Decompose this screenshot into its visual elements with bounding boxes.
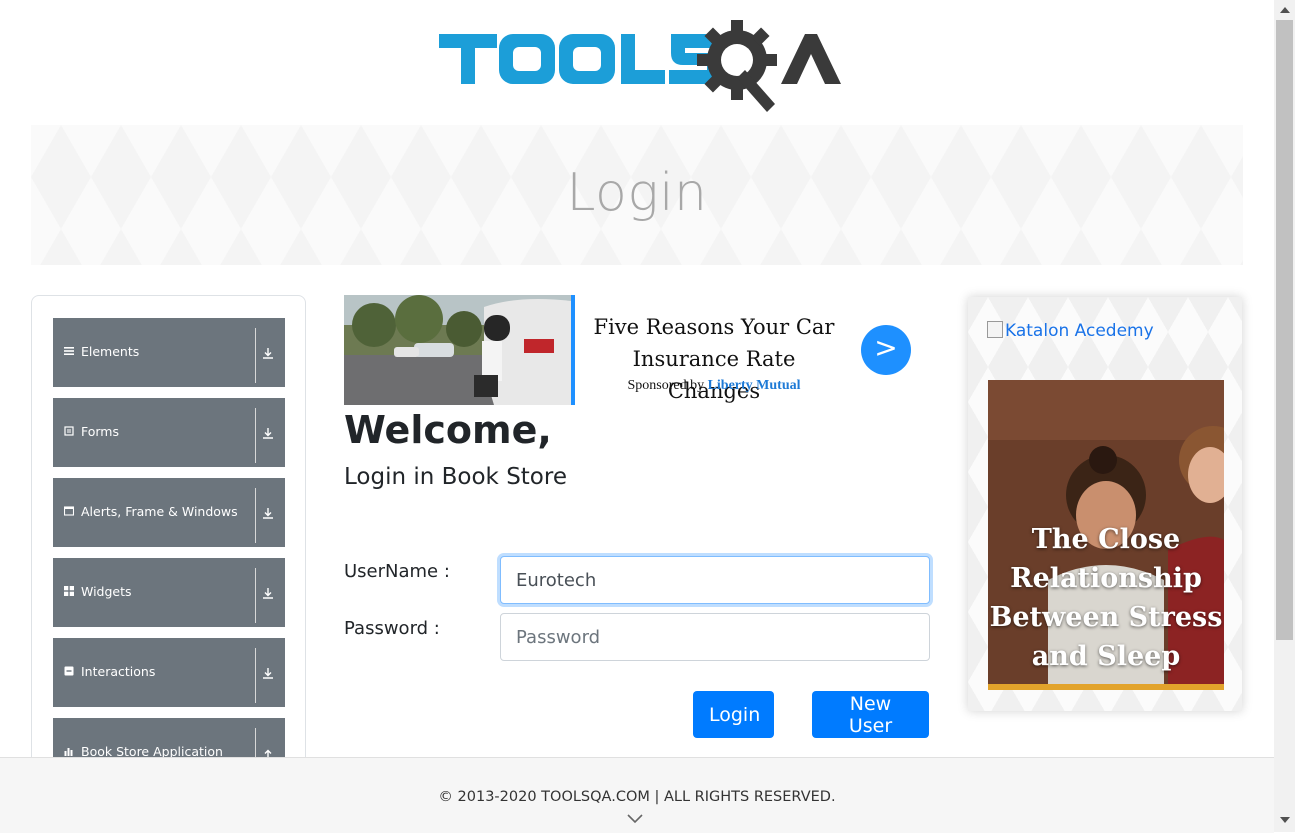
divider — [255, 408, 256, 463]
footer: © 2013-2020 TOOLSQA.COM | ALL RIGHTS RES… — [0, 757, 1274, 833]
sidebar-group-label: Elements — [81, 344, 140, 359]
ad-go-button[interactable]: > — [861, 325, 911, 375]
page-banner: Login — [31, 125, 1243, 265]
divider — [255, 328, 256, 383]
download-icon — [263, 668, 273, 679]
sidebar-group-interactions[interactable]: Interactions — [53, 638, 285, 707]
interactions-icon — [64, 666, 74, 676]
scroll-up-arrow-icon[interactable] — [1280, 7, 1290, 13]
sidebar-group-forms[interactable]: Forms — [53, 398, 285, 467]
sponsored-ad[interactable]: Five Reasons Your Car Insurance Rate Cha… — [344, 295, 929, 405]
divider — [255, 488, 256, 543]
divider — [255, 568, 256, 623]
sidebar-group-widgets[interactable]: Widgets — [53, 558, 285, 627]
broken-image-icon — [987, 321, 1003, 338]
ad-sponsored-prefix: Sponsored by — [627, 378, 705, 393]
divider — [255, 728, 256, 757]
sidebar-group-book-store[interactable]: Book Store Application — [53, 718, 285, 757]
toolsqa-logo-graphic — [439, 20, 841, 112]
footer-copyright: © 2013-2020 TOOLSQA.COM | ALL RIGHTS RES… — [438, 789, 836, 805]
ad-sponsor-line: Sponsored by Liberty Mutual — [589, 378, 839, 394]
download-icon — [263, 508, 273, 519]
download-icon — [263, 428, 273, 439]
download-icon — [263, 588, 273, 599]
hamburger-icon — [64, 347, 74, 355]
promo-text: The Close Relationship Between Stress an… — [989, 524, 1223, 672]
sidebar-group-alerts[interactable]: Alerts, Frame & Windows — [53, 478, 285, 547]
window-icon — [64, 506, 74, 516]
scrollbar-thumb[interactable] — [1276, 20, 1293, 640]
sidebar-group-label: Alerts, Frame & Windows — [81, 504, 238, 519]
promo-accent-bar — [988, 684, 1224, 690]
promo-image[interactable]: The Close Relationship Between Stress an… — [988, 380, 1224, 690]
form-icon — [64, 426, 74, 436]
ad-sponsor-name[interactable]: Liberty Mutual — [708, 378, 801, 393]
sidebar-group-label: Interactions — [81, 664, 156, 679]
download-icon — [263, 348, 273, 359]
grid-icon — [64, 586, 74, 596]
password-input[interactable] — [500, 613, 930, 661]
sidebar-group-label: Book Store Application — [81, 744, 223, 757]
right-ad-card: Katalon Acedemy The Close Relationship B… — [968, 297, 1242, 711]
chart-icon — [64, 748, 73, 756]
sidebar-group-label: Widgets — [81, 584, 132, 599]
username-input[interactable] — [500, 556, 930, 604]
sidebar-group-elements[interactable]: Elements — [53, 318, 285, 387]
ad-photo — [344, 295, 571, 405]
ad-accent-bar — [571, 295, 575, 405]
katalon-link-text: Katalon Acedemy — [1005, 321, 1154, 341]
chevron-down-icon[interactable] — [627, 814, 643, 824]
password-label: Password : — [344, 618, 440, 639]
toolsqa-logo[interactable] — [437, 18, 842, 114]
username-label: UserName : — [344, 561, 450, 582]
new-user-button[interactable]: New User — [812, 691, 929, 738]
sidebar-group-label: Forms — [81, 424, 120, 439]
page-title: Login — [566, 163, 708, 223]
login-button[interactable]: Login — [693, 691, 774, 738]
katalon-academy-link[interactable]: Katalon Acedemy — [987, 321, 1154, 341]
upload-icon — [264, 749, 272, 757]
welcome-heading: Welcome, — [344, 408, 552, 452]
login-subtitle: Login in Book Store — [344, 464, 567, 490]
scroll-down-arrow-icon[interactable] — [1280, 817, 1290, 823]
divider — [255, 648, 256, 703]
